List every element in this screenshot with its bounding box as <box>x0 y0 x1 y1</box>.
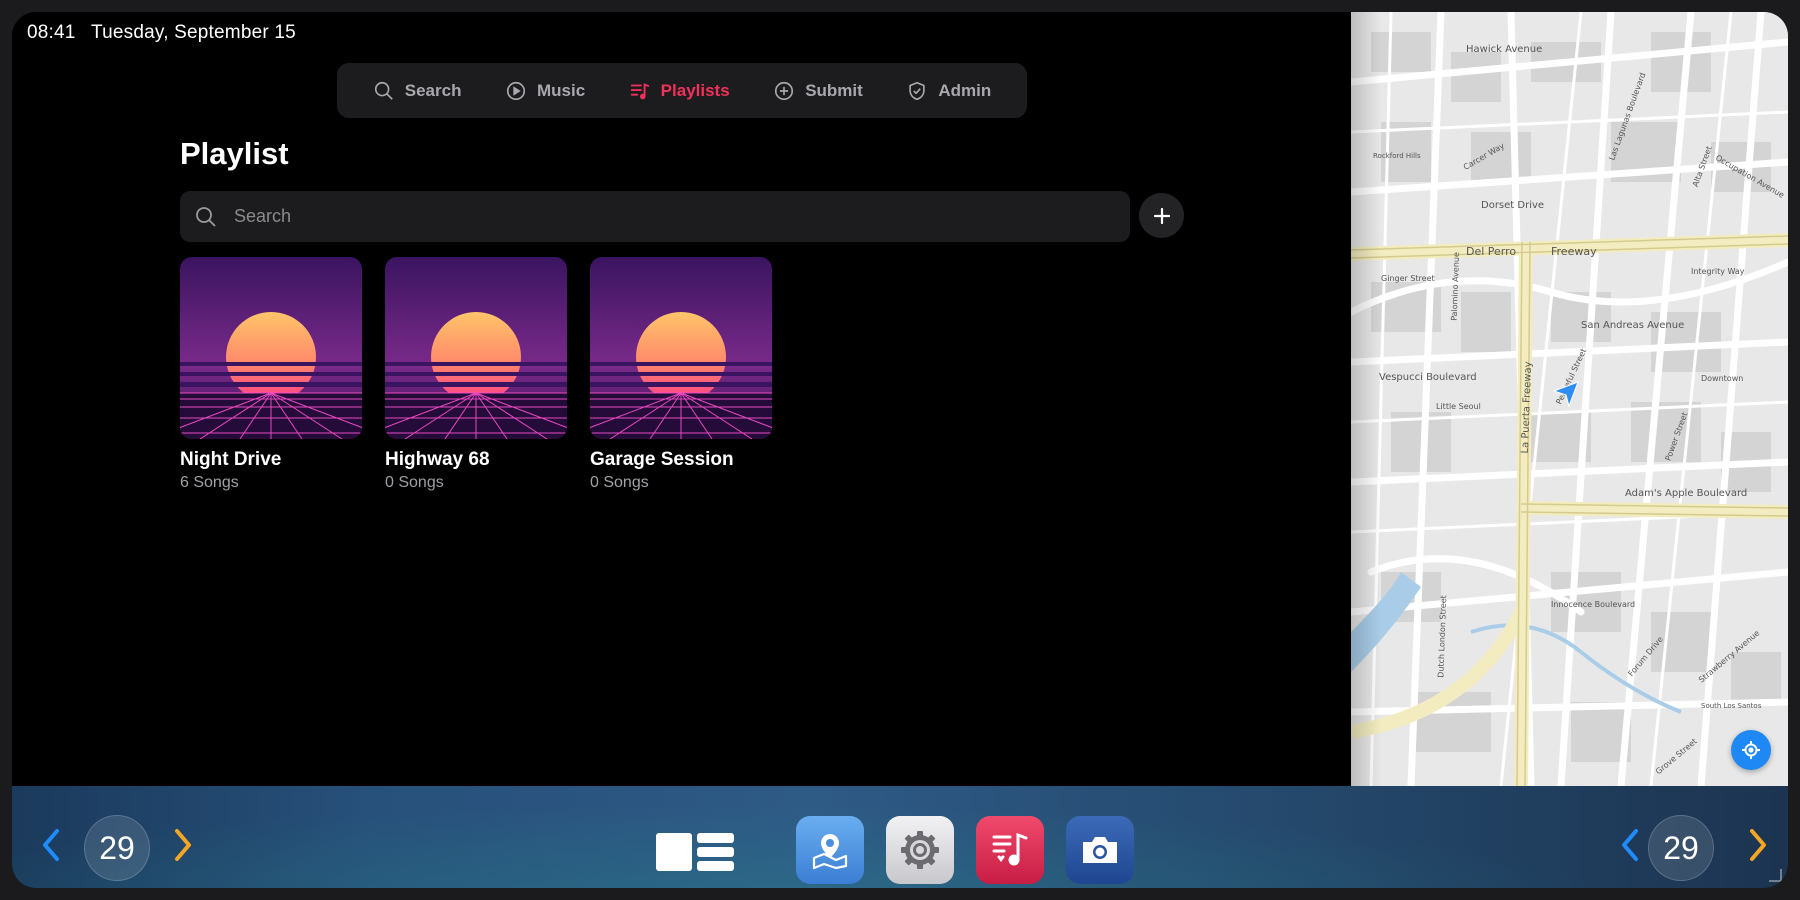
recenter-location-button[interactable] <box>1731 730 1771 770</box>
shield-check-icon <box>909 81 926 100</box>
add-playlist-button[interactable] <box>1139 193 1184 238</box>
chevron-right-icon <box>175 829 191 861</box>
nav-admin-label: Admin <box>938 80 992 100</box>
map-edge-shade <box>1351 12 1381 786</box>
nav-submit-label: Submit <box>805 80 863 100</box>
top-nav: Search Music Playlists Submit Admin <box>337 63 1027 118</box>
playlist-title: Night Drive <box>180 449 282 470</box>
nav-search-label: Search <box>404 80 462 100</box>
map-street-label: Ginger Street <box>1381 274 1435 283</box>
map-street-label: Adam's Apple Boulevard <box>1625 488 1748 499</box>
map-street-label: Integrity Way <box>1691 267 1745 276</box>
settings-icon <box>901 831 939 869</box>
status-bar: 08:41 Tuesday, September 15 <box>27 22 296 44</box>
playlist-grid: Night Drive 6 Songs Highway 68 0 Songs G… <box>180 257 772 492</box>
music-app-button[interactable] <box>976 816 1044 884</box>
chevron-left-icon <box>1622 829 1638 861</box>
page-title: Playlist <box>180 136 289 171</box>
map-district-label: Rockford Hills <box>1373 152 1421 160</box>
date: Tuesday, September 15 <box>91 22 296 43</box>
playlist-song-count: 6 Songs <box>180 474 239 491</box>
playlist-title: Highway 68 <box>385 449 490 470</box>
clock: 08:41 <box>27 22 76 43</box>
map-street-label: San Andreas Avenue <box>1581 320 1685 331</box>
camera-app-button[interactable] <box>1066 816 1134 884</box>
playlist-card[interactable]: Garage Session 0 Songs <box>590 257 772 492</box>
map-street-label: Downtown <box>1701 374 1744 383</box>
nav-music[interactable]: Music <box>493 72 597 110</box>
playlist-icon <box>630 82 649 99</box>
camera-icon <box>1083 837 1117 863</box>
split-layout-icon[interactable] <box>656 832 734 872</box>
right-temperature[interactable]: 29 <box>1648 815 1714 881</box>
map-view[interactable]: Hawick Avenue Dorset Drive Del Perro Fre… <box>1351 12 1788 786</box>
navigation-arrow-icon <box>1552 381 1579 408</box>
plus-circle-icon <box>775 81 794 100</box>
map-street-label: Freeway <box>1551 245 1597 258</box>
map-street-label: Vespucci Boulevard <box>1379 372 1477 383</box>
temp-increase-right-button[interactable] <box>1747 828 1769 862</box>
screen-frame: 08:41 Tuesday, September 15 Search Music… <box>12 12 1788 888</box>
search-icon <box>374 81 393 100</box>
map-street-label: Dorset Drive <box>1481 200 1545 211</box>
dock-bar: 29 29 <box>12 786 1788 888</box>
left-temperature[interactable]: 29 <box>84 815 150 881</box>
map-street-label: Del Perro <box>1466 245 1517 258</box>
chevron-right-icon <box>1750 829 1766 861</box>
settings-app-button[interactable] <box>886 816 954 884</box>
playlist-song-count: 0 Songs <box>385 474 444 491</box>
maps-icon <box>812 834 848 870</box>
search-icon <box>196 206 216 227</box>
temp-decrease-left-button[interactable] <box>40 828 62 862</box>
nav-playlists-label: Playlists <box>660 80 730 100</box>
nav-submit[interactable]: Submit <box>761 72 875 110</box>
nav-admin[interactable]: Admin <box>894 72 1003 110</box>
play-circle-icon <box>506 81 526 100</box>
temp-increase-left-button[interactable] <box>172 828 194 862</box>
map-street-label: Innocence Boulevard <box>1551 600 1636 609</box>
playlist-cover <box>590 257 772 439</box>
search-input[interactable] <box>234 191 1130 242</box>
temp-decrease-right-button[interactable] <box>1619 828 1641 862</box>
music-app: 08:41 Tuesday, September 15 Search Music… <box>12 12 1351 786</box>
playlist-cover <box>180 257 362 439</box>
playlist-cover <box>385 257 567 439</box>
maps-app-button[interactable] <box>796 816 864 884</box>
nav-music-label: Music <box>536 80 586 100</box>
playlist-song-count: 0 Songs <box>590 474 649 491</box>
map-street-label: Little Seoul <box>1436 402 1481 411</box>
playlist-card[interactable]: Night Drive 6 Songs <box>180 257 362 492</box>
chevron-left-icon <box>43 829 59 861</box>
playlist-card[interactable]: Highway 68 0 Songs <box>385 257 567 492</box>
crosshair-icon <box>1742 741 1760 759</box>
resize-handle-icon[interactable] <box>1768 868 1782 882</box>
plus-icon <box>1153 207 1170 224</box>
nav-search[interactable]: Search <box>361 72 474 110</box>
playlist-title: Garage Session <box>590 449 734 470</box>
music-icon <box>992 832 1028 866</box>
playlist-search[interactable] <box>180 191 1130 242</box>
nav-playlists[interactable]: Playlists <box>617 72 742 110</box>
map-street-label: South Los Santos <box>1701 702 1762 710</box>
map-street-label: Hawick Avenue <box>1466 44 1543 55</box>
